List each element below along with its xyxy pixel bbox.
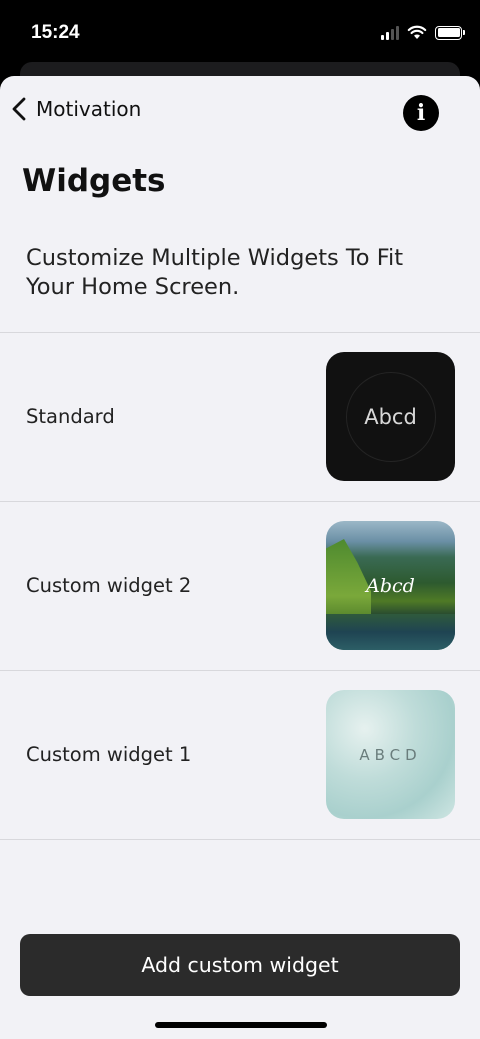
- back-label: Motivation: [36, 97, 142, 121]
- widget-row-custom-2[interactable]: Custom widget 2 Abcd: [0, 502, 480, 670]
- info-icon: i: [416, 100, 426, 126]
- widgets-sheet: Motivation i Widgets Customize Multiple …: [0, 76, 480, 1039]
- widget-preview-custom-1: ABCD: [326, 690, 455, 819]
- widget-preview-standard: Abcd: [326, 352, 455, 481]
- divider: [0, 839, 480, 840]
- status-time: 15:24: [31, 22, 80, 43]
- status-icons: [381, 25, 465, 40]
- chevron-left-icon: [12, 97, 26, 121]
- widget-row-custom-1[interactable]: Custom widget 1 ABCD: [0, 671, 480, 839]
- page-title: Widgets: [22, 163, 166, 199]
- widget-row-standard[interactable]: Standard Abcd: [0, 333, 480, 501]
- widget-preview-text: Abcd: [366, 574, 415, 597]
- navigation-bar: Motivation i: [0, 76, 480, 148]
- widget-preview-text: ABCD: [359, 745, 422, 764]
- home-indicator: [155, 1022, 327, 1028]
- widget-preview-custom-2: Abcd: [326, 521, 455, 650]
- status-bar: 15:24: [0, 0, 480, 70]
- widget-preview-text: Abcd: [364, 404, 417, 429]
- widget-label: Custom widget 1: [26, 743, 192, 766]
- info-button[interactable]: i: [403, 95, 439, 131]
- wifi-icon: [407, 25, 427, 39]
- back-button[interactable]: Motivation: [10, 96, 141, 122]
- cellular-signal-icon: [381, 25, 399, 40]
- widget-label: Custom widget 2: [26, 574, 192, 597]
- add-custom-widget-button[interactable]: Add custom widget: [20, 934, 460, 996]
- widget-label: Standard: [26, 405, 115, 428]
- page-description: Customize Multiple Widgets To Fit Your H…: [26, 245, 404, 300]
- battery-icon: [435, 25, 465, 40]
